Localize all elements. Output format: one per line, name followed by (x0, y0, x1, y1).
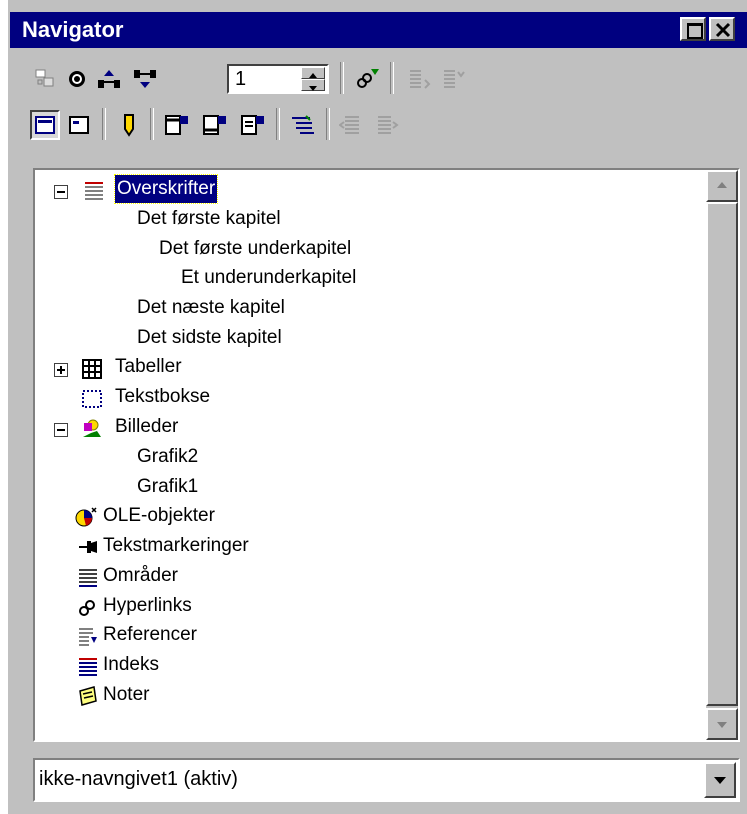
image-icon (83, 419, 101, 437)
bookmark-icon (79, 541, 97, 553)
section-icon (79, 569, 97, 587)
toolbar-separator (340, 62, 344, 94)
document-select[interactable]: ikke-navngivet1 (aktiv) (33, 758, 740, 802)
demote-chapter-button[interactable] (438, 64, 468, 94)
image-item[interactable]: Grafik2 (137, 443, 198, 471)
expand-tables-toggle[interactable] (54, 363, 68, 377)
toggle-content-view-button[interactable] (30, 64, 60, 94)
heading-item[interactable]: Det første underkapitel (159, 235, 351, 263)
scroll-thumb[interactable] (706, 202, 738, 706)
note-icon (79, 686, 97, 706)
toolbar-separator (150, 108, 154, 140)
toolbar-separator (276, 108, 280, 140)
promote-chapter-icon (410, 70, 431, 89)
heading-item[interactable]: Det næste kapitel (137, 294, 285, 322)
ole-object-icon (75, 507, 97, 527)
chevron-down-icon (714, 777, 726, 784)
close-button[interactable] (709, 17, 735, 41)
reminder-icon (124, 114, 134, 137)
list-box-button[interactable] (30, 110, 60, 140)
drag-mode-button[interactable] (352, 64, 382, 94)
tree-item-images[interactable]: Billeder (115, 413, 178, 441)
maximize-button[interactable] (680, 17, 706, 41)
page-spin-value[interactable]: 1 (235, 68, 246, 91)
tree-item-sections[interactable]: Områder (103, 562, 178, 590)
demote-level-icon (378, 116, 399, 134)
tree-item-ole-objects[interactable]: OLE-objekter (103, 502, 215, 530)
heading-item[interactable]: Det første kapitel (137, 205, 281, 233)
image-item[interactable]: Grafik1 (137, 473, 198, 501)
set-reminder-button[interactable] (114, 110, 144, 140)
promote-level-icon (339, 116, 359, 134)
document-dropdown-button[interactable] (704, 762, 736, 798)
tree-item-references[interactable]: Referencer (103, 621, 197, 649)
scroll-up-button[interactable] (706, 170, 738, 202)
master-view-button[interactable] (64, 110, 94, 140)
title-bar[interactable]: Navigator (10, 12, 747, 48)
heading-levels-icon (292, 115, 314, 134)
content-tree[interactable]: Overskrifter Det første kapitel Det førs… (33, 168, 740, 742)
scroll-down-button[interactable] (706, 708, 738, 740)
collapse-headings-toggle[interactable] (54, 185, 68, 199)
tree-item-notes[interactable]: Noter (103, 681, 149, 709)
spin-up-button[interactable] (301, 67, 325, 79)
navigation-icon (69, 71, 85, 87)
spin-down-icon (309, 86, 317, 91)
hyperlink-icon (79, 600, 95, 616)
list-box-icon (35, 116, 55, 134)
promote-level-button[interactable] (336, 110, 366, 140)
footer-button[interactable] (200, 110, 230, 140)
demote-level-button[interactable] (372, 110, 402, 140)
anchor-text-icon (241, 115, 264, 135)
previous-icon (98, 70, 120, 88)
footer-icon (203, 115, 226, 135)
anchor-text-button[interactable] (238, 110, 268, 140)
scroll-up-arrow-icon (717, 182, 727, 188)
collapse-images-toggle[interactable] (54, 423, 68, 437)
reference-icon (79, 628, 97, 646)
heading-item[interactable]: Et underunderkapitel (181, 264, 356, 292)
master-view-icon (69, 116, 89, 134)
scroll-down-arrow-icon (717, 722, 727, 728)
next-button[interactable] (130, 64, 160, 94)
next-icon (134, 70, 156, 88)
window-title: Navigator (22, 17, 124, 42)
headings-icon (85, 182, 103, 200)
table-icon (82, 359, 102, 379)
tree-item-indexes[interactable]: Indeks (103, 651, 159, 679)
index-icon (79, 658, 97, 676)
close-icon (715, 22, 731, 38)
toolbar-separator (390, 62, 394, 94)
tree-item-tables[interactable]: Tabeller (115, 353, 182, 381)
navigation-button[interactable] (62, 64, 92, 94)
background-edge (0, 0, 8, 814)
toolbar-separator (326, 108, 330, 140)
toolbar-separator (102, 108, 106, 140)
heading-levels-button[interactable] (288, 110, 318, 140)
toggle-content-icon (35, 69, 54, 87)
header-button[interactable] (162, 110, 192, 140)
document-select-value: ikke-navngivet1 (aktiv) (39, 768, 238, 790)
previous-button[interactable] (94, 64, 124, 94)
promote-chapter-button[interactable] (404, 64, 434, 94)
demote-chapter-icon (444, 70, 465, 88)
tree-item-bookmarks[interactable]: Tekstmarkeringer (103, 532, 249, 560)
spin-down-button[interactable] (301, 79, 325, 91)
tree-item-headings[interactable]: Overskrifter (113, 174, 219, 204)
page-spin-field[interactable]: 1 (227, 64, 329, 94)
heading-item[interactable]: Det sidste kapitel (137, 324, 282, 352)
tree-item-hyperlinks[interactable]: Hyperlinks (103, 592, 192, 620)
tree-vertical-scrollbar[interactable] (706, 170, 738, 740)
drag-mode-icon (357, 69, 379, 88)
textbox-icon (82, 390, 102, 408)
tree-item-textboxes[interactable]: Tekstbokse (115, 383, 210, 411)
header-icon (165, 115, 188, 135)
